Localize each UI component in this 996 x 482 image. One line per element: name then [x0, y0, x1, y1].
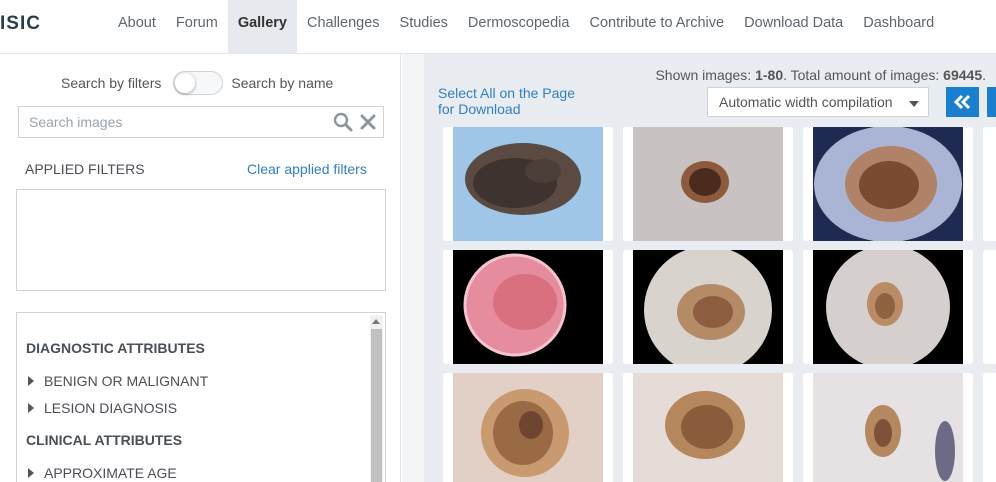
double-chevron-left-icon	[953, 94, 971, 110]
main-nav: About Forum Gallery Challenges Studies D…	[108, 0, 944, 54]
diagnostic-attributes-heading: DIAGNOSTIC ATTRIBUTES	[26, 340, 205, 356]
gallery-left-gutter	[402, 54, 424, 482]
lesion-image	[633, 373, 783, 482]
scroll-up-arrow-icon[interactable]	[372, 319, 380, 324]
filter-panel-scrollbar[interactable]	[370, 315, 383, 482]
lesion-image	[813, 245, 963, 369]
gallery-image-thumbnail[interactable]	[983, 250, 996, 364]
total-prefix: . Total amount of images:	[783, 67, 944, 83]
nav-contribute-to-archive[interactable]: Contribute to Archive	[579, 0, 734, 46]
caret-right-icon	[28, 403, 34, 413]
gallery-image-thumbnail[interactable]	[623, 127, 793, 241]
lesion-image	[813, 373, 963, 482]
filter-attributes-panel: DIAGNOSTIC ATTRIBUTES BENIGN OR MALIGNAN…	[16, 312, 386, 482]
search-by-filters-label: Search by filters	[61, 75, 162, 91]
image-count-status: Shown images: 1-80. Total amount of imag…	[655, 67, 986, 83]
width-mode-select[interactable]: Automatic width compilation	[707, 87, 929, 117]
filter-sidebar: Search by filters Search by name APPLIED…	[0, 54, 401, 482]
gallery-image-thumbnail[interactable]	[983, 373, 996, 482]
gallery-panel: Select All on the Page for Download Show…	[402, 54, 996, 482]
applied-filters-box	[16, 189, 386, 291]
lesion-image	[453, 250, 603, 364]
nav-dashboard[interactable]: Dashboard	[853, 0, 944, 46]
lesion-image	[633, 127, 783, 241]
gallery-image-thumbnail[interactable]	[803, 373, 973, 482]
filter-approximate-age[interactable]: APPROXIMATE AGE	[28, 465, 177, 481]
shown-prefix: Shown images:	[655, 67, 756, 83]
gallery-image-thumbnail[interactable]	[443, 373, 613, 482]
search-box	[18, 106, 384, 138]
gallery-image-thumbnail[interactable]	[623, 373, 793, 482]
gallery-image-thumbnail[interactable]	[443, 250, 613, 364]
close-icon[interactable]	[359, 113, 377, 131]
nav-about[interactable]: About	[108, 0, 166, 46]
first-page-button[interactable]	[946, 87, 979, 117]
clinical-attributes-heading: CLINICAL ATTRIBUTES	[26, 432, 183, 448]
clear-applied-filters-link[interactable]: Clear applied filters	[247, 161, 367, 177]
nav-gallery[interactable]: Gallery	[227, 0, 297, 54]
chevron-down-icon	[909, 101, 919, 107]
gallery-image-thumbnail[interactable]	[803, 126, 973, 242]
filter-label: BENIGN OR MALIGNANT	[44, 373, 209, 389]
gallery-image-thumbnail[interactable]	[983, 127, 996, 241]
top-navigation-bar: ISIC About Forum Gallery Challenges Stud…	[0, 0, 996, 54]
search-mode-toggle[interactable]	[173, 71, 224, 95]
lesion-image	[453, 373, 603, 482]
search-by-name-label: Search by name	[231, 75, 334, 91]
gallery-image-thumbnail[interactable]	[623, 246, 793, 374]
applied-filters-label: APPLIED FILTERS	[25, 161, 145, 177]
nav-dermoscopedia[interactable]: Dermoscopedia	[458, 0, 580, 46]
scroll-thumb[interactable]	[371, 329, 382, 482]
total-count: 69445	[943, 67, 983, 83]
search-images-input[interactable]	[19, 107, 319, 137]
filter-label: LESION DIAGNOSIS	[44, 400, 178, 416]
search-mode-toggle-row: Search by filters Search by name	[61, 70, 333, 96]
filter-lesion-diagnosis[interactable]: LESION DIAGNOSIS	[28, 400, 177, 416]
search-icon[interactable]	[333, 112, 353, 132]
gallery-image-thumbnail[interactable]	[803, 245, 973, 369]
select-all-on-page-link[interactable]: Select All on the Page for Download	[438, 85, 578, 117]
width-mode-value: Automatic width compilation	[719, 94, 893, 110]
toggle-knob	[175, 73, 196, 93]
filter-benign-or-malignant[interactable]: BENIGN OR MALIGNANT	[28, 373, 208, 389]
lesion-image	[453, 127, 603, 241]
caret-right-icon	[28, 376, 34, 386]
shown-range: 1-80	[755, 67, 784, 83]
lesion-image	[633, 246, 783, 374]
isic-logo[interactable]: ISIC	[0, 13, 41, 35]
previous-page-button[interactable]	[987, 87, 996, 117]
caret-right-icon	[28, 468, 34, 478]
nav-download-data[interactable]: Download Data	[734, 0, 853, 46]
nav-challenges[interactable]: Challenges	[297, 0, 390, 46]
lesion-image	[813, 126, 963, 242]
nav-forum[interactable]: Forum	[166, 0, 228, 46]
gallery-image-thumbnail[interactable]	[443, 127, 613, 241]
filter-label: APPROXIMATE AGE	[44, 465, 177, 481]
nav-studies[interactable]: Studies	[390, 0, 458, 46]
total-suffix: .	[982, 67, 986, 83]
